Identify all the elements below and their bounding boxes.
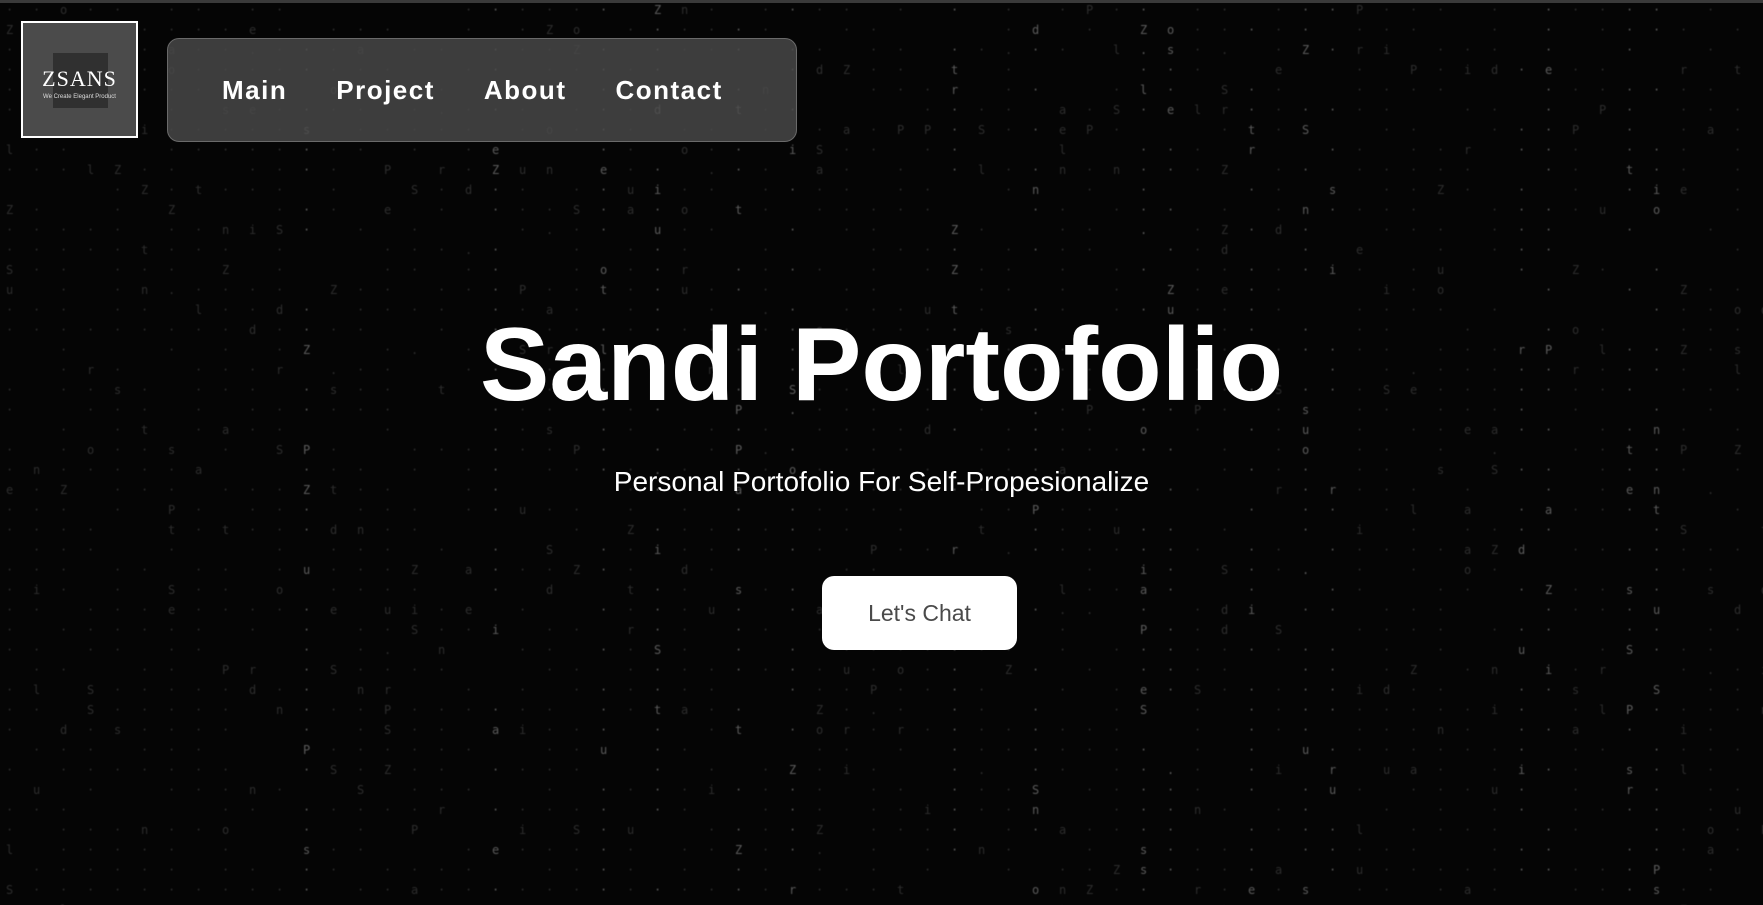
hero-title: Sandi Portofolio — [479, 307, 1284, 423]
lets-chat-button[interactable]: Let's Chat — [822, 576, 1017, 650]
hero-section: Sandi Portofolio Personal Portofolio For… — [0, 0, 1763, 905]
hero-subtitle: Personal Portofolio For Self-Propesional… — [613, 466, 1150, 497]
